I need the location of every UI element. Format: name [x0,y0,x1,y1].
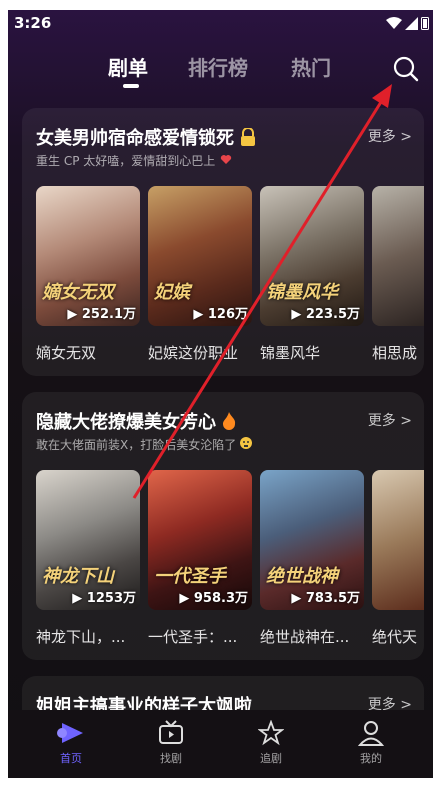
fire-icon [223,412,236,430]
drama-poster[interactable]: 妃嫔 ▶ 126万 [148,186,252,326]
more-link[interactable]: 更多 > [368,410,412,430]
home-icon [57,723,83,743]
view-count: ▶ 958.3万 [179,591,248,606]
drama-title[interactable]: 嫡女无双 [36,342,148,363]
user-icon [358,721,384,746]
drama-poster[interactable]: 锦墨风华 ▶ 223.5万 [260,186,364,326]
drama-poster[interactable] [372,186,424,326]
drama-poster[interactable]: 嫡女无双 ▶ 252.1万 [36,186,140,326]
poster-logo: 一代圣手 [154,566,226,587]
drama-poster[interactable]: 一代圣手 ▶ 958.3万 [148,470,252,610]
nav-label: 我的 [360,752,382,765]
signal-icon [405,16,418,30]
star-icon [258,720,284,746]
drama-title[interactable]: 相思成 [372,342,424,363]
scared-face-icon [240,437,253,449]
drama-poster[interactable]: 神龙下山 ▶ 1253万 [36,470,140,610]
search-icon[interactable] [393,56,419,82]
nav-label: 找剧 [160,752,182,765]
status-icons [386,16,429,30]
phone-screen: 3:26 剧单 排行榜 热门 女美男帅宿命感爱情锁死 重生 CP 太好嗑，爱情甜… [8,10,433,778]
drama-title[interactable]: 绝代天 [372,626,424,647]
poster-logo: 锦墨风华 [266,282,338,303]
poster-logo: 绝世战神 [266,566,338,587]
section-title: 女美男帅宿命感爱情锁死 [36,124,256,150]
lock-icon [241,127,256,146]
arrow-heart-icon [220,155,232,164]
bottom-nav: 首页 找剧 追剧 我的 [8,710,433,778]
nav-label: 首页 [60,752,82,765]
drama-title[interactable]: 绝世战神在... [260,626,372,647]
drama-title[interactable]: 锦墨风华 [260,342,372,363]
tab-ranking[interactable]: 排行榜 [188,52,248,81]
tab-indicator [123,84,139,88]
section-subtitle: 敢在大佬面前装X，打脸后美女沦陷了 [36,436,253,453]
tab-playlist[interactable]: 剧单 [108,52,148,81]
drama-poster[interactable] [372,470,424,610]
section-card: 女美男帅宿命感爱情锁死 重生 CP 太好嗑，爱情甜到心巴上 更多 > 嫡女无双 … [22,108,424,376]
poster-logo: 神龙下山 [42,566,114,587]
view-count: ▶ 783.5万 [291,591,360,606]
nav-home[interactable]: 首页 [41,720,101,766]
status-time: 3:26 [14,14,52,32]
drama-title[interactable]: 一代圣手：... [148,626,260,647]
status-bar: 3:26 [8,10,433,38]
poster-logo: 嫡女无双 [42,282,114,303]
nav-find[interactable]: 找剧 [141,720,201,766]
more-link[interactable]: 更多 > [368,126,412,146]
section-card: 隐藏大佬撩爆美女芳心 敢在大佬面前装X，打脸后美女沦陷了 更多 > 神龙下山 ▶… [22,392,424,660]
section-title: 隐藏大佬撩爆美女芳心 [36,408,236,434]
battery-icon [421,17,429,30]
poster-logo: 妃嫔 [154,282,190,303]
view-count: ▶ 1253万 [72,591,136,606]
section-subtitle: 重生 CP 太好嗑，爱情甜到心巴上 [36,152,233,169]
drama-title[interactable]: 神龙下山，... [36,626,148,647]
nav-follow[interactable]: 追剧 [241,720,301,766]
drama-poster[interactable]: 绝世战神 ▶ 783.5万 [260,470,364,610]
view-count: ▶ 252.1万 [67,307,136,322]
drama-title[interactable]: 妃嫔这份职业 [148,342,260,363]
tv-icon [159,720,183,744]
top-tabs: 剧单 排行榜 热门 [8,48,433,98]
wifi-icon [386,16,402,29]
nav-label: 追剧 [260,752,282,765]
tab-hot[interactable]: 热门 [291,52,331,81]
view-count: ▶ 126万 [193,307,248,322]
view-count: ▶ 223.5万 [291,307,360,322]
nav-profile[interactable]: 我的 [341,720,401,766]
